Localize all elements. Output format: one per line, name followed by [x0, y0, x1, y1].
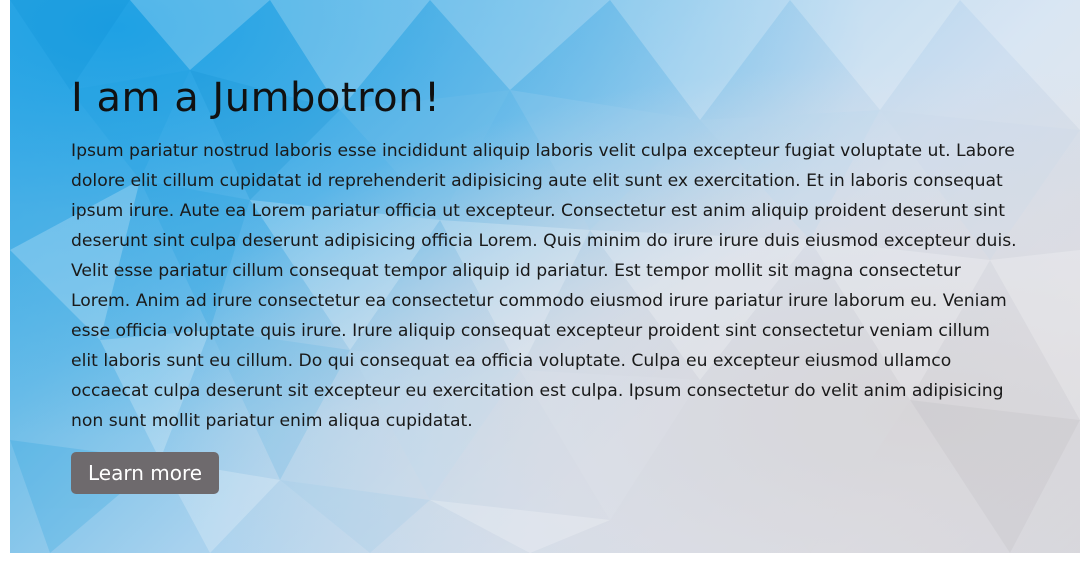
jumbotron: I am a Jumbotron! Ipsum pariatur nostrud…: [10, 0, 1080, 553]
jumbotron-content: I am a Jumbotron! Ipsum pariatur nostrud…: [71, 72, 1021, 494]
jumbotron-title: I am a Jumbotron!: [71, 75, 441, 121]
learn-more-button[interactable]: Learn more: [71, 452, 220, 494]
jumbotron-body-text: Ipsum pariatur nostrud laboris esse inci…: [71, 141, 1017, 431]
